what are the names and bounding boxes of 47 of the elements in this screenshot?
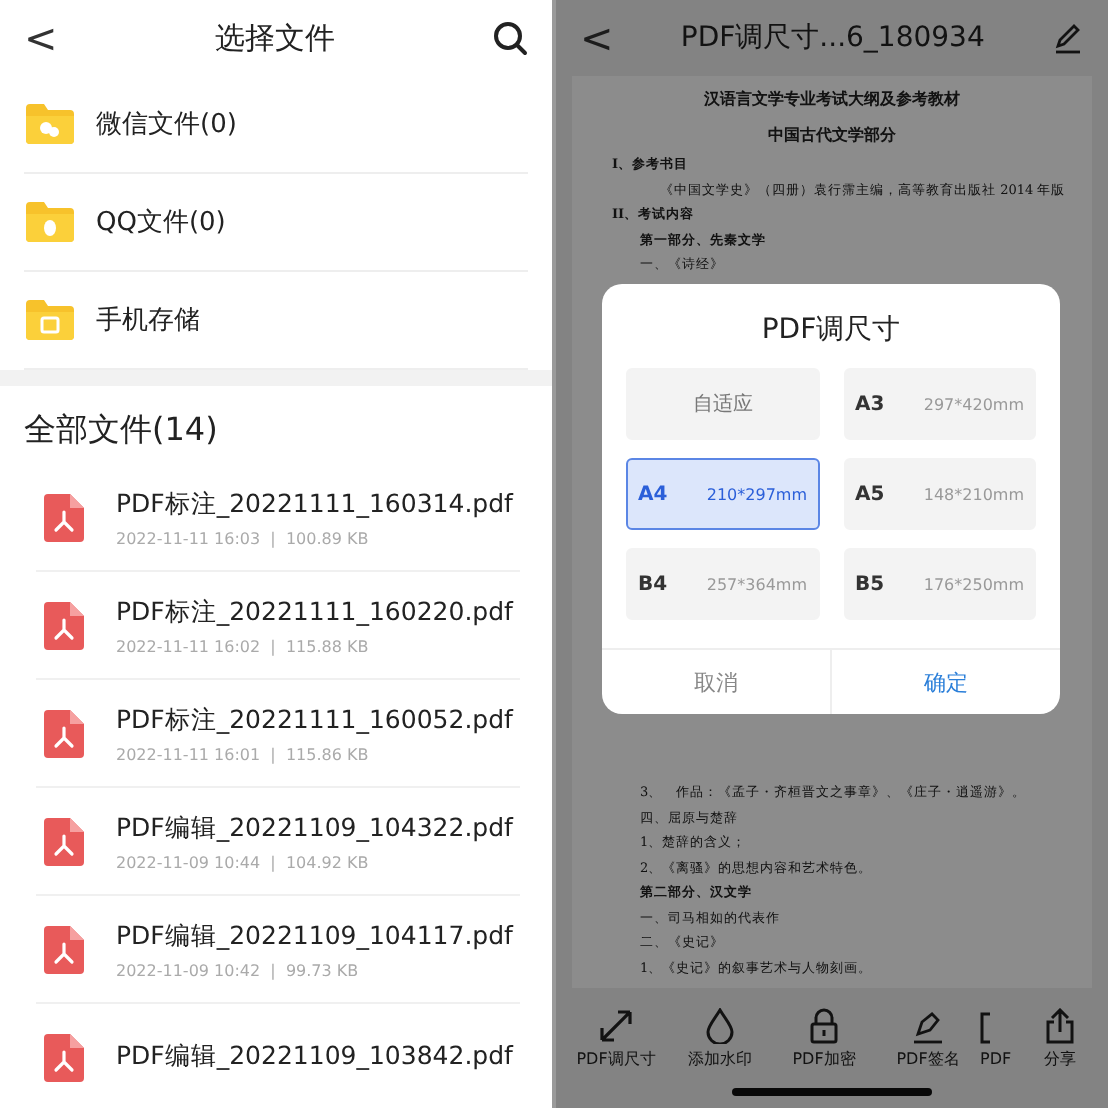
size-option[interactable]: B4 257*364mm — [626, 548, 819, 620]
folder-icon — [24, 298, 76, 342]
share-icon — [1042, 1007, 1078, 1043]
pdf-file-icon — [44, 709, 84, 757]
toolbar-button[interactable]: PDF签名 — [876, 1007, 980, 1069]
folder-item[interactable]: 微信文件(0) — [24, 76, 528, 174]
file-item[interactable]: PDF编辑_20221109_104117.pdf 2022-11-09 10:42 | 99.73 KB — [36, 896, 520, 1004]
drop-icon — [702, 1007, 738, 1043]
file-item[interactable]: PDF编辑_20221109_103842.pdf — [36, 1004, 520, 1108]
toolbar-button[interactable]: 分享 — [1024, 1007, 1096, 1069]
section-title: 全部文件(14) — [22, 408, 220, 452]
file-item[interactable]: PDF编辑_20221109_104322.pdf 2022-11-09 10:44 | 104.92 KB — [36, 788, 520, 896]
pen-icon — [910, 1007, 946, 1043]
document-text: 中国古代文学部分 — [766, 122, 898, 148]
back-button[interactable]: < — [24, 14, 58, 62]
pdf-file-icon — [44, 925, 84, 973]
dialog-title: PDF调尺寸 — [759, 312, 903, 350]
folder-icon — [24, 200, 76, 244]
pdf-file-icon — [44, 817, 84, 865]
toolbar-button[interactable]: PDF调尺寸 — [564, 1007, 668, 1069]
file-item[interactable]: PDF标注_20221111_160052.pdf 2022-11-11 16:01 | 115.86 KB — [36, 680, 520, 788]
document-title: PDF调尺寸...6_180934 — [680, 20, 985, 56]
pencil-icon[interactable] — [1052, 22, 1084, 54]
back-button[interactable]: < — [580, 14, 614, 62]
lock-icon — [806, 1007, 842, 1043]
resize-arrow-icon — [598, 1007, 634, 1043]
document-text: 汉语言文学专业考试大纲及参考教材 — [702, 86, 962, 112]
size-option[interactable]: A4 210*297mm — [626, 458, 819, 530]
file-item[interactable]: PDF标注_20221111_160314.pdf 2022-11-11 16:03 | 100.89 KB — [36, 464, 520, 572]
toolbar-button[interactable]: 添加水印 — [668, 1007, 772, 1069]
toolbar-button[interactable]: PDF — [980, 1009, 1012, 1067]
pdf-file-icon — [44, 493, 84, 541]
confirm-button[interactable]: 确定 — [830, 650, 1060, 714]
bracket-icon — [980, 1009, 992, 1045]
cancel-button[interactable]: 取消 — [602, 650, 830, 714]
size-option[interactable]: B5 176*250mm — [843, 548, 1036, 620]
pdf-file-icon — [44, 601, 84, 649]
file-item[interactable]: PDF标注_20221111_160220.pdf 2022-11-11 16:02 | 115.88 KB — [36, 572, 520, 680]
search-icon[interactable] — [491, 20, 528, 56]
folder-item[interactable]: QQ文件(0) — [24, 174, 528, 272]
page-title: 选择文件 — [214, 19, 335, 57]
size-option[interactable]: A3 297*420mm — [843, 368, 1036, 440]
size-option[interactable]: A5 148*210mm — [843, 458, 1036, 530]
size-option[interactable]: 自适应 — [626, 368, 819, 440]
folder-icon — [24, 102, 76, 146]
toolbar-button[interactable]: PDF加密 — [772, 1007, 876, 1069]
pdf-file-icon — [44, 1033, 84, 1081]
